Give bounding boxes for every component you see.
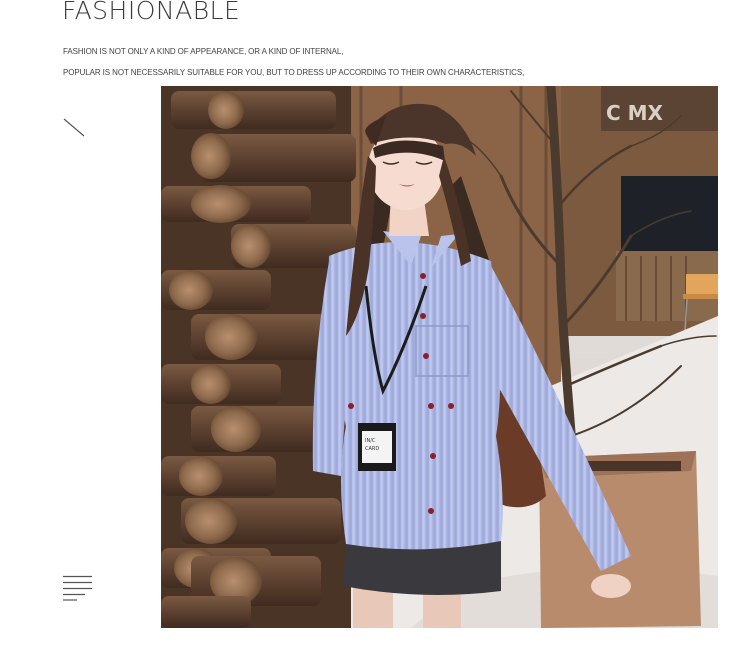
page-title: FASHIONABLE <box>62 0 241 25</box>
diagonal-line-icon <box>63 118 85 137</box>
badge-text: IN/C <box>365 438 376 444</box>
menu-lines-icon <box>63 575 92 601</box>
product-photo: C MX IN/C CARD <box>161 86 718 628</box>
building-sign-text: C MX <box>606 101 664 125</box>
tagline-2: POPULAR IS NOT NECESSARILY SUITABLE FOR … <box>63 68 525 77</box>
tagline-1: FASHION IS NOT ONLY A KIND OF APPEARANCE… <box>63 47 344 56</box>
svg-text:CARD: CARD <box>365 446 379 452</box>
photo-illustration: C MX IN/C CARD <box>161 86 718 628</box>
